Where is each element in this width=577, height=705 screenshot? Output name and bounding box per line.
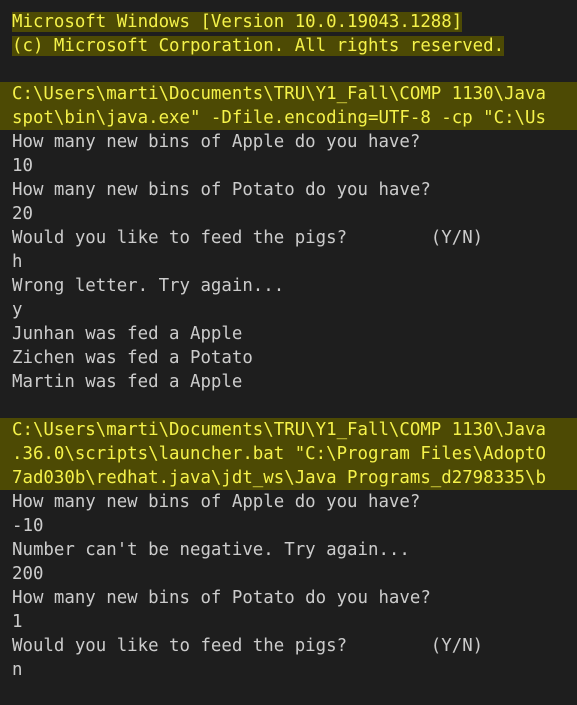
line-text: Zichen was fed a Potato [12, 348, 253, 368]
line-text: .36.0\scripts\launcher.bat "C:\Program F… [12, 444, 546, 464]
output-line: Zichen was fed a Potato [0, 346, 577, 370]
line-text: y [12, 300, 23, 320]
output-line: How many new bins of Potato do you have? [0, 178, 577, 202]
terminal-output: Microsoft Windows [Version 10.0.19043.12… [0, 10, 577, 682]
highlighted-output-line: (c) Microsoft Corporation. All rights re… [0, 34, 577, 58]
highlighted-output-line: C:\Users\marti\Documents\TRU\Y1_Fall\COM… [0, 82, 577, 106]
line-text: How many new bins of Potato do you have? [12, 588, 431, 608]
output-line: n [0, 658, 577, 682]
line-text: 10 [12, 156, 33, 176]
line-text: Junhan was fed a Apple [12, 324, 243, 344]
line-text: Would you like to feed the pigs? (Y/N) [12, 636, 484, 656]
line-text: How many new bins of Apple do you have? [12, 132, 421, 152]
line-text: 20 [12, 204, 33, 224]
line-text: C:\Users\marti\Documents\TRU\Y1_Fall\COM… [12, 420, 546, 440]
output-line: -10 [0, 514, 577, 538]
highlighted-output-line: C:\Users\marti\Documents\TRU\Y1_Fall\COM… [0, 418, 577, 442]
line-text: Would you like to feed the pigs? (Y/N) [12, 228, 484, 248]
highlighted-output-line: Microsoft Windows [Version 10.0.19043.12… [0, 10, 577, 34]
line-text: 1 [12, 612, 23, 632]
line-text: Number can't be negative. Try again... [12, 540, 410, 560]
output-line: y [0, 298, 577, 322]
output-line: 10 [0, 154, 577, 178]
highlighted-output-line: .36.0\scripts\launcher.bat "C:\Program F… [0, 442, 577, 466]
output-line: Junhan was fed a Apple [0, 322, 577, 346]
line-text: How many new bins of Potato do you have? [12, 180, 431, 200]
output-line: Martin was fed a Apple [0, 370, 577, 394]
terminal-window[interactable]: Microsoft Windows [Version 10.0.19043.12… [0, 0, 577, 705]
line-text: -10 [12, 516, 44, 536]
output-line: h [0, 250, 577, 274]
line-text: n [12, 660, 23, 680]
line-text: (c) Microsoft Corporation. All rights re… [12, 36, 505, 56]
output-line: 20 [0, 202, 577, 226]
output-line: Would you like to feed the pigs? (Y/N) [0, 226, 577, 250]
line-text: h [12, 252, 23, 272]
line-text: How many new bins of Apple do you have? [12, 492, 421, 512]
line-text: 7ad030b\redhat.java\jdt_ws\Java Programs… [12, 468, 546, 488]
output-line: Number can't be negative. Try again... [0, 538, 577, 562]
line-text: C:\Users\marti\Documents\TRU\Y1_Fall\COM… [12, 84, 546, 104]
line-text: Microsoft Windows [Version 10.0.19043.12… [12, 12, 463, 32]
line-text: 200 [12, 564, 44, 584]
highlighted-output-line: 7ad030b\redhat.java\jdt_ws\Java Programs… [0, 466, 577, 490]
line-text: Wrong letter. Try again... [12, 276, 285, 296]
output-line: Would you like to feed the pigs? (Y/N) [0, 634, 577, 658]
output-line: How many new bins of Apple do you have? [0, 490, 577, 514]
line-text: spot\bin\java.exe" -Dfile.encoding=UTF-8… [12, 108, 546, 128]
output-line: How many new bins of Apple do you have? [0, 130, 577, 154]
highlighted-output-line: spot\bin\java.exe" -Dfile.encoding=UTF-8… [0, 106, 577, 130]
output-line: 1 [0, 610, 577, 634]
output-line: 200 [0, 562, 577, 586]
line-text: Martin was fed a Apple [12, 372, 243, 392]
output-line: How many new bins of Potato do you have? [0, 586, 577, 610]
output-line: Wrong letter. Try again... [0, 274, 577, 298]
